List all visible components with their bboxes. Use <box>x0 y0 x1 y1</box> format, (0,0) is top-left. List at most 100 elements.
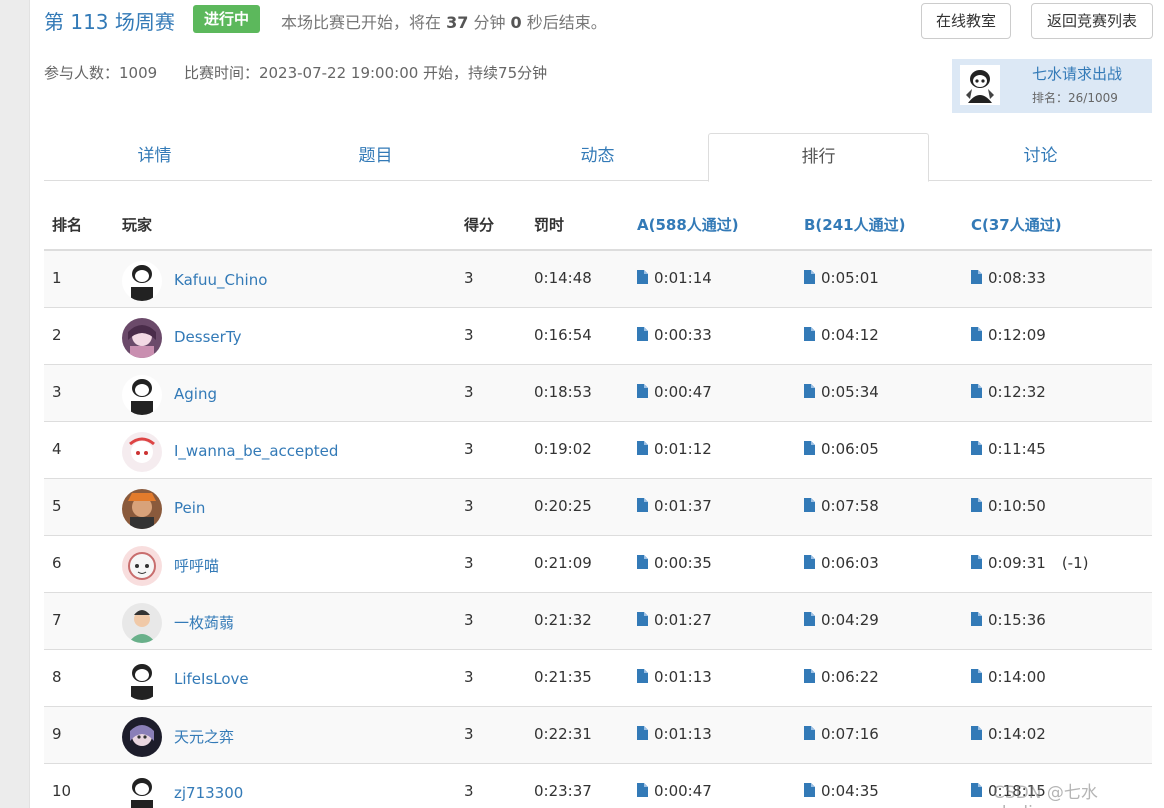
problem-b-cell[interactable]: 0:07:16 <box>804 725 879 743</box>
problem-b-cell[interactable]: 0:04:12 <box>804 326 879 344</box>
player-name-link[interactable]: Kafuu_Chino <box>174 271 267 289</box>
problem-c-cell[interactable]: 0:09:31 (-1) <box>971 554 1089 572</box>
player-name-link[interactable]: 呼呼喵 <box>174 555 219 576</box>
rank-cell: 6 <box>52 554 62 572</box>
back-to-contests-button[interactable]: 返回竞赛列表 <box>1031 3 1153 39</box>
problem-a-cell[interactable]: 0:01:37 <box>637 497 712 515</box>
problem-b-cell[interactable]: 0:06:05 <box>804 440 879 458</box>
problem-a-time: 0:00:35 <box>654 554 712 572</box>
penalty-cell: 0:23:37 <box>534 782 592 800</box>
file-icon <box>804 441 815 455</box>
problem-c-cell[interactable]: 0:12:32 <box>971 383 1062 401</box>
header-problem-c[interactable]: C(37人通过) <box>971 214 1062 235</box>
problem-b-time: 0:07:16 <box>821 725 879 743</box>
player-name-link[interactable]: LifeIsLove <box>174 670 249 688</box>
player-name-link[interactable]: I_wanna_be_accepted <box>174 442 338 460</box>
player-avatar[interactable] <box>122 318 162 358</box>
player-avatar[interactable] <box>122 717 162 757</box>
problem-a-cell[interactable]: 0:00:33 <box>637 326 712 344</box>
player-avatar[interactable] <box>122 546 162 586</box>
problem-a-time: 0:01:13 <box>654 668 712 686</box>
problem-b-time: 0:04:29 <box>821 611 879 629</box>
problem-b-cell[interactable]: 0:04:35 <box>804 782 879 800</box>
tab-problems[interactable]: 题目 <box>265 133 486 181</box>
table-row: 1 Kafuu_Chino 3 0:14:48 0:01:14 0:05:01 0:08:3… <box>44 251 1152 308</box>
rank-cell: 1 <box>52 269 62 287</box>
player-name-link[interactable]: 一枚蒟蒻 <box>174 612 234 633</box>
problem-b-cell[interactable]: 0:05:34 <box>804 383 879 401</box>
player-name-link[interactable]: Aging <box>174 385 217 403</box>
countdown-text: 本场比赛已开始，将在 37 分钟 0 秒后结束。 <box>281 9 607 33</box>
problem-a-cell[interactable]: 0:01:13 <box>637 668 712 686</box>
player-avatar[interactable] <box>122 261 162 301</box>
file-icon <box>637 384 648 398</box>
tab-discussion[interactable]: 讨论 <box>930 133 1151 181</box>
header-penalty: 罚时 <box>534 216 565 234</box>
contest-meta: 参与人数：1009 比赛时间：2023-07-22 19:00:00 开始，持续… <box>44 62 547 83</box>
problem-a-time: 0:01:27 <box>654 611 712 629</box>
contest-time: 比赛时间：2023-07-22 19:00:00 开始，持续75分钟 <box>183 64 548 82</box>
penalty-cell: 0:21:32 <box>534 611 592 629</box>
player-name-link[interactable]: zj713300 <box>174 784 243 802</box>
problem-c-cell[interactable]: 0:12:09 <box>971 326 1062 344</box>
header-problem-a[interactable]: A(588人通过) <box>637 214 739 235</box>
file-icon <box>804 327 815 341</box>
problem-c-cell[interactable]: 0:08:33 <box>971 269 1062 287</box>
problem-b-cell[interactable]: 0:04:29 <box>804 611 879 629</box>
player-name-link[interactable]: 天元之弈 <box>174 726 234 747</box>
problem-a-cell[interactable]: 0:00:47 <box>637 383 712 401</box>
player-avatar[interactable] <box>122 603 162 643</box>
problem-c-cell[interactable]: 0:10:50 <box>971 497 1062 515</box>
header-player: 玩家 <box>122 216 153 234</box>
problem-b-time: 0:05:34 <box>821 383 879 401</box>
user-avatar <box>960 65 1000 105</box>
countdown-seconds: 0 <box>510 13 522 32</box>
player-avatar[interactable] <box>122 774 162 808</box>
player-avatar[interactable] <box>122 660 162 700</box>
file-icon <box>804 612 815 626</box>
user-name[interactable]: 七水请求出战 <box>1032 63 1122 84</box>
header-problem-b[interactable]: B(241人通过) <box>804 214 905 235</box>
problem-c-cell[interactable]: 0:14:02 <box>971 725 1062 743</box>
penalty-cell: 0:20:25 <box>534 497 592 515</box>
tab-details[interactable]: 详情 <box>44 133 265 181</box>
problem-a-cell[interactable]: 0:01:14 <box>637 269 712 287</box>
problem-a-time: 0:01:14 <box>654 269 712 287</box>
my-rank-card[interactable]: 七水请求出战 排名：26/1009 <box>952 59 1152 113</box>
problem-a-cell[interactable]: 0:00:47 <box>637 782 712 800</box>
player-name-link[interactable]: DesserTy <box>174 328 242 346</box>
problem-b-cell[interactable]: 0:06:03 <box>804 554 879 572</box>
score-cell: 3 <box>464 383 474 401</box>
problem-b-cell[interactable]: 0:06:22 <box>804 668 879 686</box>
problem-a-cell[interactable]: 0:00:35 <box>637 554 712 572</box>
rank-cell: 9 <box>52 725 62 743</box>
problem-a-cell[interactable]: 0:01:27 <box>637 611 712 629</box>
file-icon <box>804 783 815 797</box>
problem-a-cell[interactable]: 0:01:13 <box>637 725 712 743</box>
online-classroom-button[interactable]: 在线教室 <box>921 3 1011 39</box>
problem-b-cell[interactable]: 0:05:01 <box>804 269 879 287</box>
ranking-table: 排名 玩家 得分 罚时 A(588人通过) B(241人通过) C(37人通过)… <box>44 195 1152 808</box>
tab-activity[interactable]: 动态 <box>487 133 708 181</box>
player-avatar[interactable] <box>122 489 162 529</box>
problem-c-cell[interactable]: 0:11:45 <box>971 440 1062 458</box>
player-avatar[interactable] <box>122 375 162 415</box>
problem-c-time: 0:09:31 <box>988 554 1046 572</box>
file-icon <box>637 327 648 341</box>
problem-c-cell[interactable]: 0:15:36 <box>971 611 1062 629</box>
table-row: 6 呼呼喵 3 0:21:09 0:00:35 0:06:03 0:09:31 (-1) <box>44 536 1152 593</box>
problem-c-cell[interactable]: 0:14:00 <box>971 668 1062 686</box>
header-score: 得分 <box>464 216 495 234</box>
tab-ranking[interactable]: 排行 <box>708 133 929 182</box>
player-name-link[interactable]: Pein <box>174 499 205 517</box>
table-body: 1 Kafuu_Chino 3 0:14:48 0:01:14 0:05:01 0:08:3… <box>44 251 1152 808</box>
score-cell: 3 <box>464 269 474 287</box>
rank-cell: 10 <box>52 782 72 800</box>
player-avatar[interactable] <box>122 432 162 472</box>
problem-b-time: 0:06:22 <box>821 668 879 686</box>
player-cell: 一枚蒟蒻 <box>122 603 234 643</box>
file-icon <box>971 783 982 797</box>
score-cell: 3 <box>464 326 474 344</box>
problem-a-cell[interactable]: 0:01:12 <box>637 440 712 458</box>
problem-b-cell[interactable]: 0:07:58 <box>804 497 879 515</box>
